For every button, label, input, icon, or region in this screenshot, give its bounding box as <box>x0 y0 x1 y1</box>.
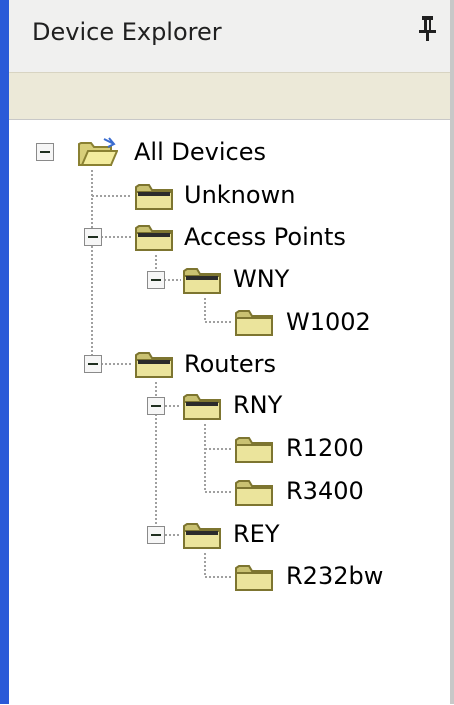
expander-access-points[interactable] <box>84 228 102 246</box>
tree-node-rey[interactable]: REY <box>233 518 280 550</box>
folder-icon <box>135 184 173 210</box>
expander-wny[interactable] <box>147 271 165 289</box>
expander-all-devices[interactable] <box>36 143 54 161</box>
open-folder-icon <box>78 137 118 166</box>
pushpin-icon[interactable] <box>416 14 440 44</box>
folder-icon <box>183 394 221 420</box>
panel-splitter[interactable] <box>450 0 454 704</box>
device-tree: All Devices Unknown Access Points WNY W1… <box>9 119 450 705</box>
folder-icon <box>235 437 273 463</box>
tree-node-routers[interactable]: Routers <box>184 348 276 380</box>
expander-rey[interactable] <box>147 526 165 544</box>
panel-toolbar <box>9 72 450 119</box>
folder-icon <box>235 310 273 336</box>
tree-node-access-points[interactable]: Access Points <box>184 221 346 253</box>
tree-node-r1200[interactable]: R1200 <box>286 432 364 464</box>
folder-icon <box>235 565 273 591</box>
folder-icon <box>135 352 173 378</box>
folder-icon <box>235 480 273 506</box>
tree-node-unknown[interactable]: Unknown <box>184 179 295 211</box>
tree-node-rny[interactable]: RNY <box>233 389 282 421</box>
window-left-border <box>0 0 9 704</box>
expander-rny[interactable] <box>147 397 165 415</box>
tree-node-all-devices[interactable]: All Devices <box>134 136 266 168</box>
folder-icon <box>135 225 173 251</box>
tree-node-wny[interactable]: WNY <box>233 263 289 295</box>
tree-node-r232bw[interactable]: R232bw <box>286 560 383 592</box>
folder-icon <box>183 523 221 549</box>
panel-title: Device Explorer <box>32 18 222 46</box>
folder-icon <box>183 268 221 294</box>
expander-routers[interactable] <box>84 355 102 373</box>
panel-title-bar: Device Explorer <box>9 0 450 72</box>
tree-node-w1002[interactable]: W1002 <box>286 306 371 338</box>
tree-node-r3400[interactable]: R3400 <box>286 475 364 507</box>
